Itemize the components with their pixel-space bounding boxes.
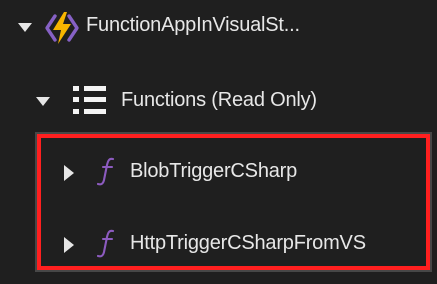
function-app-icon bbox=[45, 12, 79, 44]
function-icon bbox=[97, 229, 115, 258]
function-label: BlobTriggerCSharp bbox=[130, 160, 298, 182]
functions-group-label: Functions (Read Only) bbox=[121, 89, 317, 111]
function-app-tree: FunctionAppInVisualSt... Functions (Read… bbox=[0, 0, 437, 284]
function-app-label: FunctionAppInVisualSt... bbox=[86, 14, 300, 36]
function-label: HttpTriggerCSharpFromVS bbox=[130, 232, 366, 254]
chevron-right-icon[interactable] bbox=[64, 237, 74, 253]
chevron-down-icon[interactable] bbox=[18, 23, 32, 32]
chevron-down-icon[interactable] bbox=[36, 97, 50, 106]
function-icon bbox=[97, 157, 115, 186]
list-icon bbox=[73, 86, 106, 114]
chevron-right-icon[interactable] bbox=[64, 165, 74, 181]
